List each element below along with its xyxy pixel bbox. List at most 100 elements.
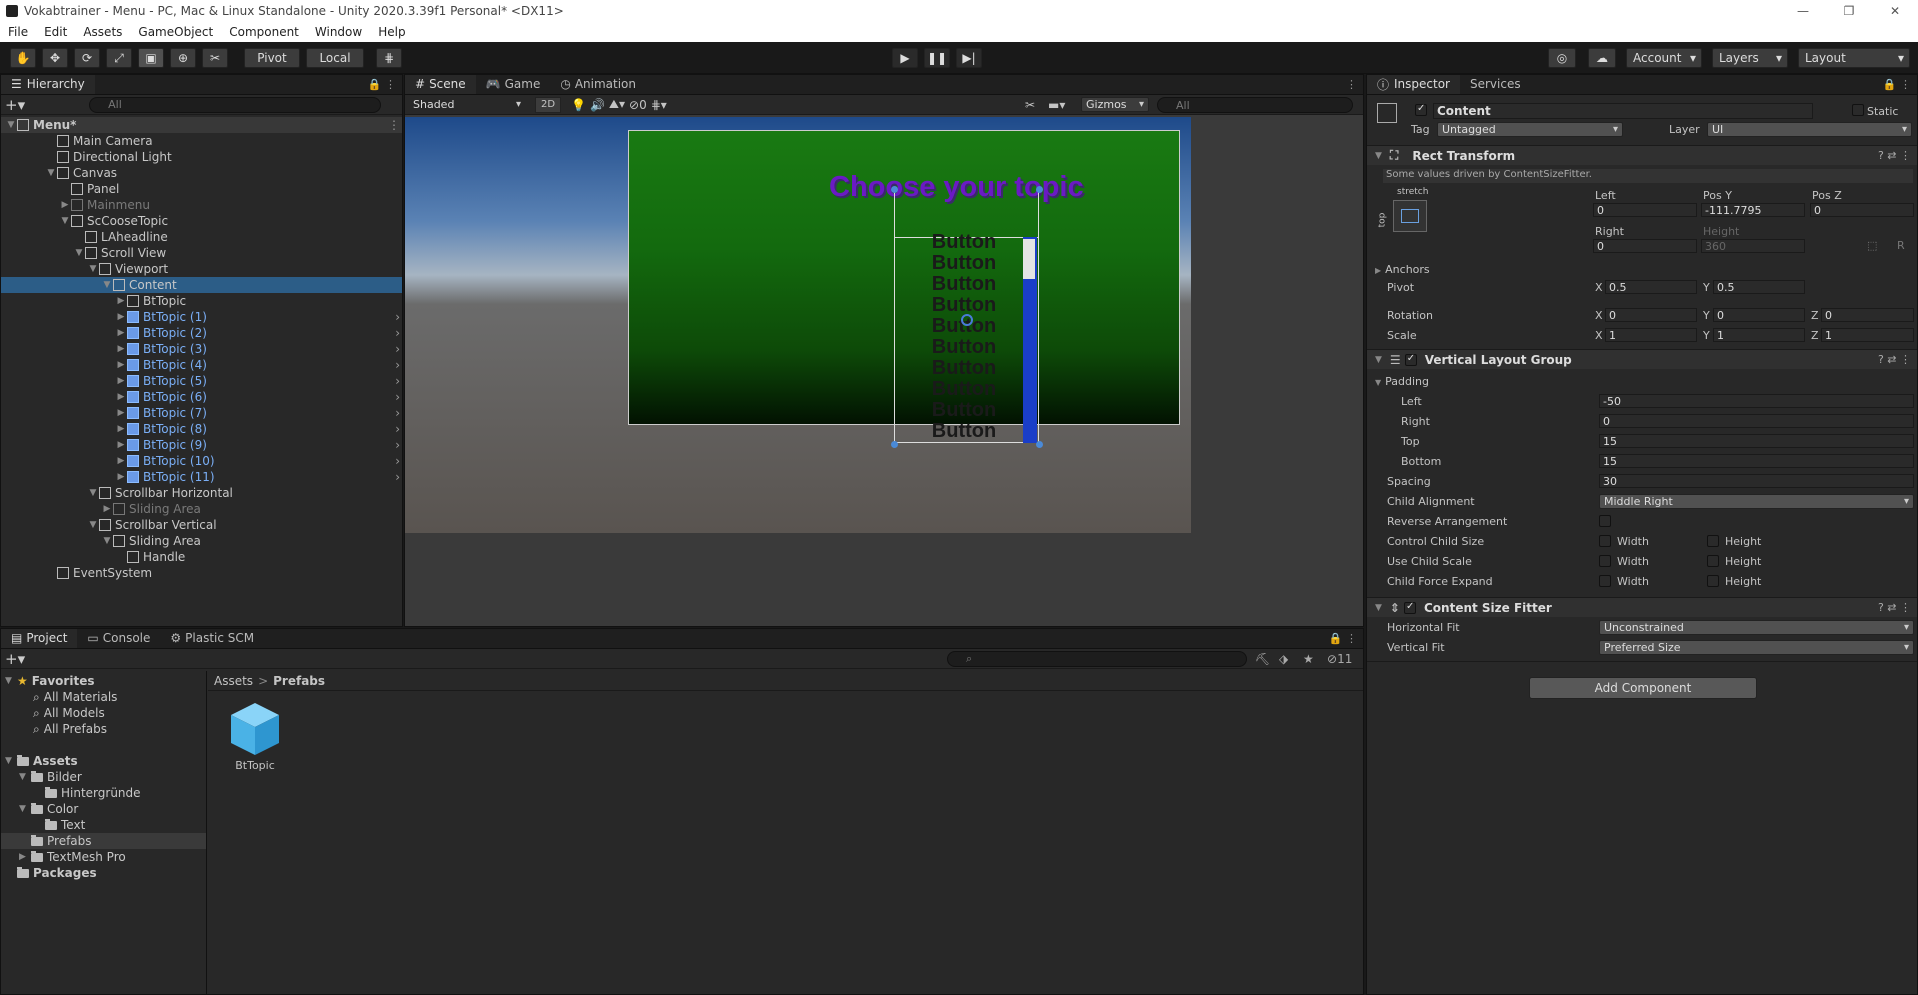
- vertical-fit-dropdown[interactable]: Preferred Size: [1599, 640, 1914, 655]
- active-checkbox[interactable]: [1415, 103, 1427, 116]
- pivot-y-field[interactable]: 0.5: [1713, 280, 1805, 294]
- asset-folder-item[interactable]: Hintergründe: [1, 785, 206, 801]
- static-checkbox[interactable]: [1852, 104, 1864, 116]
- scene-search-input[interactable]: All: [1157, 97, 1353, 113]
- collapse-arrow-icon[interactable]: ▶: [115, 344, 127, 354]
- breadcrumb-assets[interactable]: Assets: [214, 674, 253, 688]
- scrollbar-handle[interactable]: [1023, 239, 1035, 279]
- pivot-x-field[interactable]: 0.5: [1605, 280, 1697, 294]
- account-dropdown[interactable]: Account ▾: [1626, 48, 1702, 68]
- layers-dropdown[interactable]: Layers ▾: [1712, 48, 1788, 68]
- asset-folder-item[interactable]: ▼ Color: [1, 801, 206, 817]
- assets-root-item[interactable]: ▼ Assets: [5, 753, 78, 769]
- menu-file[interactable]: File: [0, 25, 36, 39]
- child-alignment-dropdown[interactable]: Middle Right: [1599, 494, 1914, 509]
- panel-menu-icon[interactable]: 🔒 ⋮: [1883, 78, 1911, 91]
- hierarchy-item[interactable]: ▶ BtTopic (11) ›: [1, 469, 402, 485]
- control-width-checkbox[interactable]: [1599, 535, 1611, 547]
- hierarchy-item[interactable]: ▼ Menu* ⋮: [1, 117, 402, 133]
- step-button[interactable]: ▶|: [956, 48, 982, 68]
- hierarchy-item[interactable]: ▶ Mainmenu: [1, 197, 402, 213]
- hierarchy-item[interactable]: Handle: [1, 549, 402, 565]
- hierarchy-item[interactable]: ▶ BtTopic: [1, 293, 402, 309]
- move-tool-icon[interactable]: ✥: [42, 48, 68, 68]
- lighting-icon[interactable]: 💡: [571, 98, 586, 112]
- collapse-arrow-icon[interactable]: ▶: [19, 852, 31, 862]
- layer-dropdown[interactable]: UI: [1707, 122, 1912, 137]
- collapse-arrow-icon[interactable]: ▶: [115, 312, 127, 322]
- rotation-x-field[interactable]: 0: [1605, 308, 1697, 322]
- collapse-arrow-icon[interactable]: ▶: [101, 504, 113, 514]
- asset-folder-item[interactable]: Text: [1, 817, 206, 833]
- play-button[interactable]: ▶: [892, 48, 918, 68]
- rect-transform-header[interactable]: ▼ ⛶ Rect Transform ? ⇄ ⋮: [1367, 145, 1917, 165]
- hierarchy-item[interactable]: ▶ BtTopic (5) ›: [1, 373, 402, 389]
- collapse-arrow-icon[interactable]: ▶: [115, 392, 127, 402]
- rt-right-field[interactable]: 0: [1593, 239, 1697, 253]
- tab-project[interactable]: ▤ Project: [1, 629, 78, 648]
- open-prefab-icon[interactable]: ›: [395, 358, 400, 372]
- hierarchy-item[interactable]: ▶ BtTopic (1) ›: [1, 309, 402, 325]
- collapse-arrow-icon[interactable]: ▼: [101, 280, 113, 290]
- tab-game[interactable]: 🎮 Game: [476, 75, 551, 94]
- pad-right-field[interactable]: 0: [1599, 414, 1914, 428]
- collapse-arrow-icon[interactable]: ▶: [115, 328, 127, 338]
- component-menu-icon[interactable]: ? ⇄ ⋮: [1878, 601, 1911, 614]
- collapse-arrow-icon[interactable]: ▶: [115, 424, 127, 434]
- collapse-arrow-icon[interactable]: ▼: [19, 804, 31, 814]
- pad-left-field[interactable]: -50: [1599, 394, 1914, 408]
- hierarchy-item[interactable]: ▶ BtTopic (2) ›: [1, 325, 402, 341]
- open-prefab-icon[interactable]: ›: [395, 406, 400, 420]
- shading-dropdown[interactable]: Shaded: [409, 97, 525, 112]
- add-component-button[interactable]: Add Component: [1529, 677, 1757, 699]
- expand-height-checkbox[interactable]: [1707, 575, 1719, 587]
- hierarchy-item[interactable]: ▼ Scrollbar Horizontal: [1, 485, 402, 501]
- collab-icon[interactable]: ◎: [1548, 48, 1576, 68]
- raw-edit-toggle[interactable]: R: [1897, 239, 1905, 252]
- project-search-input[interactable]: ⌕: [947, 651, 1247, 667]
- camera-icon[interactable]: ▬▾: [1048, 98, 1065, 112]
- cloud-icon[interactable]: ☁: [1588, 48, 1616, 68]
- hand-tool-icon[interactable]: ✋: [10, 48, 36, 68]
- pad-bottom-field[interactable]: 15: [1599, 454, 1914, 468]
- tab-plastic-scm[interactable]: ⚙ Plastic SCM: [160, 629, 264, 648]
- scale-tool-icon[interactable]: ⤢: [106, 48, 132, 68]
- pad-top-field[interactable]: 15: [1599, 434, 1914, 448]
- rt-left-field[interactable]: 0: [1593, 203, 1697, 217]
- tab-hierarchy[interactable]: ☰ Hierarchy: [1, 75, 95, 94]
- expand-width-checkbox[interactable]: [1599, 575, 1611, 587]
- breadcrumb-prefabs[interactable]: Prefabs: [273, 674, 325, 688]
- asset-folder-item[interactable]: Prefabs: [1, 833, 206, 849]
- layout-dropdown[interactable]: Layout ▾: [1798, 48, 1910, 68]
- menu-edit[interactable]: Edit: [36, 25, 75, 39]
- anchor-preset-icon[interactable]: [1393, 200, 1427, 232]
- anchor-handle[interactable]: [891, 441, 898, 448]
- rotate-tool-icon[interactable]: ⟳: [74, 48, 100, 68]
- tag-dropdown[interactable]: Untagged: [1437, 122, 1623, 137]
- tools-icon[interactable]: ✂: [1025, 98, 1035, 112]
- mode-2d-toggle[interactable]: 2D: [535, 96, 561, 113]
- reverse-arrangement-checkbox[interactable]: [1599, 515, 1611, 527]
- collapse-arrow-icon[interactable]: ▶: [115, 472, 127, 482]
- collapse-arrow-icon[interactable]: ▼: [87, 488, 99, 498]
- tab-scene[interactable]: # Scene: [405, 75, 476, 94]
- anchor-handle[interactable]: [1036, 441, 1043, 448]
- spacing-field[interactable]: 30: [1599, 474, 1914, 488]
- fav-all-prefabs[interactable]: ⌕ All Prefabs: [33, 721, 107, 737]
- rt-posy-field[interactable]: -111.7795: [1701, 203, 1805, 217]
- scale-z-field[interactable]: 1: [1821, 328, 1914, 342]
- collapse-arrow-icon[interactable]: ▶: [115, 376, 127, 386]
- rt-posz-field[interactable]: 0: [1810, 203, 1914, 217]
- hierarchy-item[interactable]: Panel: [1, 181, 402, 197]
- scene-menu-icon[interactable]: ⋮: [388, 118, 400, 132]
- scale-x-field[interactable]: 1: [1605, 328, 1697, 342]
- horizontal-fit-dropdown[interactable]: Unconstrained: [1599, 620, 1914, 635]
- collapse-arrow-icon[interactable]: ▶: [59, 200, 71, 210]
- padding-expander[interactable]: ▼ Padding: [1375, 375, 1429, 388]
- hierarchy-item[interactable]: ▶ Sliding Area: [1, 501, 402, 517]
- component-menu-icon[interactable]: ? ⇄ ⋮: [1878, 353, 1911, 366]
- fav-all-models[interactable]: ⌕ All Models: [33, 705, 105, 721]
- anchor-handle[interactable]: [1036, 186, 1043, 193]
- panel-menu-icon[interactable]: 🔒 ⋮: [1329, 632, 1357, 645]
- scale-width-checkbox[interactable]: [1599, 555, 1611, 567]
